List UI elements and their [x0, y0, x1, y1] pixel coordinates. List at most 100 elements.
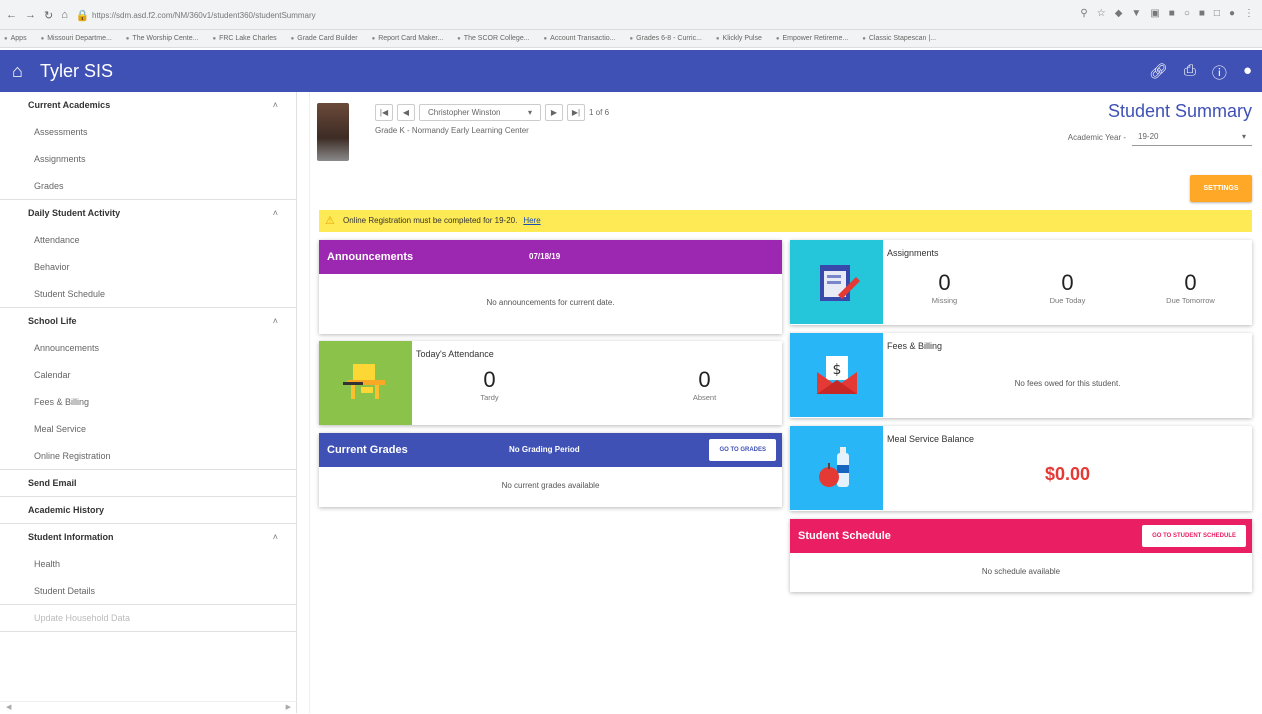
- sidebar-group[interactable]: Daily Student Activity ˄: [0, 200, 296, 227]
- extension-icon[interactable]: ▣: [1150, 8, 1159, 19]
- student-name: Christopher Winston: [428, 108, 501, 117]
- go-to-schedule-button[interactable]: GO TO STUDENT SCHEDULE: [1142, 525, 1246, 547]
- forward-icon[interactable]: →: [25, 9, 36, 22]
- sidebar-item-update-household[interactable]: Update Household Data: [0, 605, 296, 632]
- reload-icon[interactable]: ↻: [44, 9, 53, 22]
- due-today-count: 0: [1061, 270, 1074, 295]
- home-icon[interactable]: ⌂: [12, 61, 23, 82]
- main-content: |◀ ◀ Christopher Winston ▾ ▶ ▶| 1 of 6 Gr…: [312, 92, 1262, 713]
- sidebar-item[interactable]: Fees & Billing: [0, 389, 296, 416]
- lock-icon: 🔒: [75, 10, 90, 22]
- absent-label: Absent: [692, 393, 717, 402]
- search-icon[interactable]: ⚲: [1080, 8, 1087, 19]
- scroll-left-icon[interactable]: ◀: [6, 702, 11, 713]
- sidebar-item[interactable]: Assessments: [0, 119, 296, 146]
- bookmark-item[interactable]: Grade Card Builder: [291, 30, 357, 47]
- assignments-title: Assignments: [887, 248, 939, 258]
- next-student-button[interactable]: ▶: [545, 104, 563, 121]
- scroll-right-icon[interactable]: ▶: [286, 702, 291, 713]
- horizontal-scrollbar[interactable]: ◀ ▶: [0, 701, 297, 713]
- sidebar-item[interactable]: Behavior: [0, 254, 296, 281]
- sidebar-item[interactable]: Grades: [0, 173, 296, 200]
- page-title: Student Summary: [1107, 101, 1252, 121]
- help-icon[interactable]: ⓘ: [1212, 62, 1227, 83]
- chevron-up-icon[interactable]: ˄: [273, 524, 278, 551]
- browser-nav: ← → ↻ ⌂ 🔒: [6, 9, 90, 22]
- sidebar: Current Academics ˄ Assessments Assignments…: [0, 92, 297, 713]
- grades-card: Current Grades No Grading Period GO TO G…: [319, 433, 782, 507]
- academic-year-select[interactable]: 19-20 ▾: [1132, 128, 1252, 146]
- bookmark-item[interactable]: The Worship Cente...: [126, 30, 198, 47]
- print-icon[interactable]: ⎙: [1184, 62, 1196, 83]
- address-bar[interactable]: https://sdm.asd.f2.com/NM/360v1/student3…: [92, 9, 892, 22]
- first-student-button[interactable]: |◀: [375, 104, 393, 121]
- grade-school: Grade K - Normandy Early Learning Center: [375, 126, 529, 135]
- account-icon[interactable]: ●: [1243, 62, 1252, 83]
- notice-link[interactable]: Here: [523, 216, 540, 225]
- bookmark-item[interactable]: Grades 6-8 - Curric...: [630, 30, 702, 47]
- sidebar-item[interactable]: Online Registration: [0, 443, 296, 470]
- home-browser-icon[interactable]: ⌂: [61, 9, 68, 22]
- sidebar-item[interactable]: Announcements: [0, 335, 296, 362]
- announcements-card: Announcements 07/18/19 No announcements …: [319, 240, 782, 334]
- tardy-label: Tardy: [480, 393, 499, 402]
- notice-text: Online Registration must be completed fo…: [343, 216, 518, 225]
- extension-icon[interactable]: ■: [1199, 8, 1205, 19]
- extension-icon[interactable]: ▼: [1131, 8, 1141, 19]
- sidebar-group[interactable]: School Life ˄: [0, 308, 296, 335]
- sidebar-item[interactable]: Health: [0, 551, 296, 578]
- attendance-title: Today's Attendance: [416, 349, 494, 359]
- announcements-date: 07/18/19: [529, 252, 561, 261]
- sidebar-item[interactable]: Student Schedule: [0, 281, 296, 308]
- student-position: 1 of 6: [589, 108, 610, 117]
- bookmark-item[interactable]: Missouri Departme...: [41, 30, 112, 47]
- sidebar-item[interactable]: Meal Service: [0, 416, 296, 443]
- student-photo: [317, 103, 349, 161]
- settings-button[interactable]: SETTINGS: [1190, 175, 1252, 202]
- vertical-scrollbar[interactable]: [298, 92, 310, 713]
- app-title: Tyler SIS: [40, 61, 114, 81]
- bookmark-item[interactable]: Account Transactio...: [544, 30, 615, 47]
- sidebar-item[interactable]: Attendance: [0, 227, 296, 254]
- grades-header: Current Grades No Grading Period GO TO G…: [319, 433, 782, 467]
- sidebar-item[interactable]: Calendar: [0, 362, 296, 389]
- back-icon[interactable]: ←: [6, 9, 17, 22]
- bookmark-item[interactable]: Apps: [4, 30, 27, 47]
- sidebar-item[interactable]: Assignments: [0, 146, 296, 173]
- chevron-up-icon[interactable]: ˄: [273, 92, 278, 119]
- bookmark-item[interactable]: Empower Retireme...: [776, 30, 848, 47]
- sidebar-group[interactable]: Academic History: [0, 497, 296, 524]
- bookmark-item[interactable]: Classic Stapescan |...: [862, 30, 936, 47]
- student-select[interactable]: Christopher Winston ▾: [419, 104, 541, 121]
- bookmark-item[interactable]: The SCOR College...: [457, 30, 530, 47]
- prev-student-button[interactable]: ◀: [397, 104, 415, 121]
- bookmark-item[interactable]: Klickly Pulse: [716, 30, 762, 47]
- go-to-grades-button[interactable]: GO TO GRADES: [709, 439, 776, 461]
- sidebar-group-label: Current Academics: [28, 100, 111, 110]
- extension-icon[interactable]: ■: [1169, 8, 1175, 19]
- registration-notice: ⚠ Online Registration must be completed …: [319, 210, 1252, 232]
- link-icon[interactable]: 🔗︎: [1149, 62, 1168, 83]
- extension-icon[interactable]: ○: [1184, 8, 1190, 19]
- bookmark-item[interactable]: FRC Lake Charles: [212, 30, 277, 47]
- extension-icon[interactable]: ◆: [1115, 8, 1123, 19]
- envelope-bill-icon: $: [816, 356, 857, 394]
- bookmark-item[interactable]: Report Card Maker...: [372, 30, 443, 47]
- profile-icon[interactable]: ●: [1229, 8, 1235, 19]
- sidebar-group[interactable]: Student Information ˄: [0, 524, 296, 551]
- meal-balance: $0.00: [1044, 464, 1091, 484]
- chevron-down-icon: ▾: [527, 108, 532, 117]
- chevron-up-icon[interactable]: ˄: [273, 200, 278, 227]
- menu-icon[interactable]: ⋮: [1244, 8, 1254, 19]
- sidebar-group-label: Academic History: [28, 505, 105, 515]
- sidebar-item[interactable]: Student Details: [0, 578, 296, 605]
- extension-icon[interactable]: □: [1214, 8, 1220, 19]
- sidebar-group[interactable]: Current Academics ˄: [0, 92, 296, 119]
- bell-icon: ⚠: [325, 215, 335, 227]
- last-student-button[interactable]: ▶|: [567, 104, 585, 121]
- absent-count: 0: [698, 367, 711, 392]
- chevron-up-icon[interactable]: ˄: [273, 308, 278, 335]
- star-icon[interactable]: ☆: [1097, 8, 1106, 19]
- sidebar-group[interactable]: Send Email: [0, 470, 296, 497]
- fees-title: Fees & Billing: [887, 341, 943, 351]
